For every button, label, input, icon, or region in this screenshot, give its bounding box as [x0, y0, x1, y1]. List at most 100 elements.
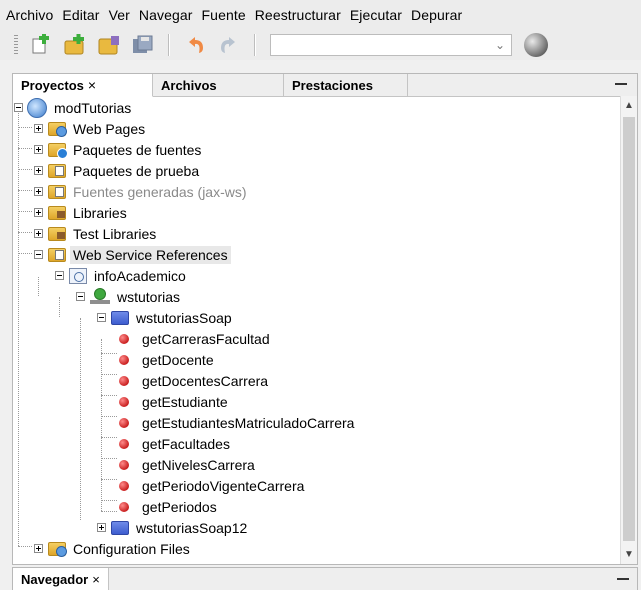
tree-node-generated-sources[interactable]: Fuentes generadas (jax-ws) [48, 181, 250, 202]
run-globe-icon[interactable] [524, 33, 548, 57]
scroll-up-icon[interactable]: ▲ [624, 100, 634, 111]
expand-toggle[interactable] [34, 187, 43, 196]
menu-ver[interactable]: Ver [105, 7, 135, 23]
menu-depurar[interactable]: Depurar [407, 7, 467, 23]
menu-ejecutar[interactable]: Ejecutar [346, 7, 407, 23]
tree-node-label: wstutoriasSoap12 [136, 519, 248, 536]
projects-panel: Proyectos × Archivos Prestaciones modTut… [12, 73, 638, 565]
expand-toggle[interactable] [34, 145, 43, 154]
project-tree[interactable]: modTutorias Web Pages Paquetes de fuente… [13, 96, 620, 564]
tree-node-label: getPeriodoVigenteCarrera [142, 477, 305, 494]
service-icon [90, 287, 110, 306]
operation-icon [119, 396, 129, 407]
tree-node-label: Test Libraries [73, 225, 157, 242]
tree-node-wstutorias[interactable]: wstutorias [90, 286, 183, 307]
tree-node-label: wstutorias [117, 288, 181, 305]
tree-node-infoacademico[interactable]: infoAcademico [69, 265, 189, 286]
menu-navegar[interactable]: Navegar [135, 7, 198, 23]
tree-node-source-packages[interactable]: Paquetes de fuentes [48, 139, 204, 160]
collapse-toggle[interactable] [55, 271, 64, 280]
menu-fuente[interactable]: Fuente [198, 7, 251, 23]
tab-prestaciones[interactable]: Prestaciones [284, 74, 408, 96]
tree-node-operation[interactable]: getCarrerasFacultad [119, 328, 273, 349]
vertical-scrollbar[interactable]: ▲ ▼ [620, 96, 637, 564]
menu-editar[interactable]: Editar [58, 7, 104, 23]
tree-node-label: getEstudiantesMatriculadoCarrera [142, 414, 355, 431]
operation-icon [119, 459, 129, 470]
operation-icon [119, 438, 129, 449]
tree-node-label: Configuration Files [73, 540, 190, 557]
tree-node-operation[interactable]: getDocente [119, 349, 217, 370]
expand-toggle[interactable] [34, 124, 43, 133]
new-project-icon[interactable] [63, 33, 87, 57]
operation-icon [119, 417, 129, 428]
tree-node-web-pages[interactable]: Web Pages [48, 118, 148, 139]
tree-node-configuration-files[interactable]: Configuration Files [48, 538, 193, 559]
tree-node-operation[interactable]: getEstudiantesMatriculadoCarrera [119, 412, 357, 433]
tree-node-label: getPeriodos [142, 498, 217, 515]
undo-icon[interactable] [183, 33, 207, 57]
menu-reestructurar[interactable]: Reestructurar [251, 7, 346, 23]
tree-node-label: Fuentes generadas (jax-ws) [73, 183, 247, 200]
scroll-down-icon[interactable]: ▼ [624, 549, 634, 560]
ws-references-folder-icon [48, 247, 66, 262]
scrollbar-thumb[interactable] [623, 117, 635, 541]
port-folder-icon [111, 520, 129, 535]
collapse-toggle[interactable] [14, 103, 23, 112]
tree-node-label: Web Pages [73, 120, 146, 137]
tree-node-wstutoriassoap[interactable]: wstutoriasSoap [111, 307, 235, 328]
tree-node-label: getNivelesCarrera [142, 456, 255, 473]
tree-node-label: Libraries [73, 204, 127, 221]
tree-node-operation[interactable]: getDocentesCarrera [119, 370, 271, 391]
tab-navegador[interactable]: Navegador × [13, 568, 109, 590]
generated-folder-icon [48, 184, 66, 199]
tree-node-label: wstutoriasSoap [136, 309, 232, 326]
tab-proyectos[interactable]: Proyectos × [13, 74, 153, 97]
expand-toggle[interactable] [34, 229, 43, 238]
tab-navegador-label: Navegador [21, 571, 89, 587]
tree-node-operation[interactable]: getFacultades [119, 433, 233, 454]
projects-tab-bar: Proyectos × Archivos Prestaciones [13, 74, 637, 97]
redo-icon[interactable] [217, 33, 241, 57]
test-folder-icon [48, 163, 66, 178]
open-project-icon[interactable] [97, 33, 121, 57]
menu-bar: Archivo Editar Ver Navegar Fuente Reestr… [0, 0, 641, 30]
tree-node-label: getCarrerasFacultad [142, 330, 270, 347]
expand-toggle[interactable] [34, 166, 43, 175]
toolbar-grip[interactable] [14, 35, 18, 55]
tree-node-test-libraries[interactable]: Test Libraries [48, 223, 159, 244]
source-folder-icon [48, 142, 68, 159]
chevron-down-icon: ⌄ [494, 38, 505, 52]
tree-node-operation[interactable]: getPeriodos [119, 496, 220, 517]
ws-reference-icon [69, 267, 87, 284]
operation-icon [119, 480, 129, 491]
expand-toggle[interactable] [97, 523, 106, 532]
tree-node-test-packages[interactable]: Paquetes de prueba [48, 160, 202, 181]
operation-icon [119, 375, 129, 386]
menu-archivo[interactable]: Archivo [0, 7, 58, 23]
configuration-select[interactable]: ⌄ [270, 34, 512, 56]
close-icon[interactable]: × [88, 77, 96, 93]
close-icon[interactable]: × [92, 572, 100, 587]
tree-node-operation[interactable]: getEstudiante [119, 391, 231, 412]
tree-node-project[interactable]: modTutorias [27, 97, 134, 118]
tree-node-wstutoriassoap12[interactable]: wstutoriasSoap12 [111, 517, 250, 538]
tree-node-ws-references[interactable]: Web Service References [48, 244, 231, 265]
tree-node-libraries[interactable]: Libraries [48, 202, 130, 223]
config-folder-icon [48, 541, 67, 557]
collapse-toggle[interactable] [76, 292, 85, 301]
tree-node-operation[interactable]: getPeriodoVigenteCarrera [119, 475, 307, 496]
tree-node-label: infoAcademico [94, 267, 186, 284]
new-file-icon[interactable] [29, 33, 53, 57]
minimize-icon[interactable] [615, 76, 629, 92]
tab-archivos[interactable]: Archivos [153, 74, 284, 96]
collapse-toggle[interactable] [34, 250, 43, 259]
save-all-icon[interactable] [131, 33, 155, 57]
expand-toggle[interactable] [34, 544, 43, 553]
tree-node-label: Web Service References [70, 245, 231, 264]
tree-node-operation[interactable]: getNivelesCarrera [119, 454, 258, 475]
expand-toggle[interactable] [34, 208, 43, 217]
collapse-toggle[interactable] [97, 313, 106, 322]
minimize-icon[interactable] [617, 578, 629, 580]
tree-node-label: Paquetes de prueba [73, 162, 200, 179]
